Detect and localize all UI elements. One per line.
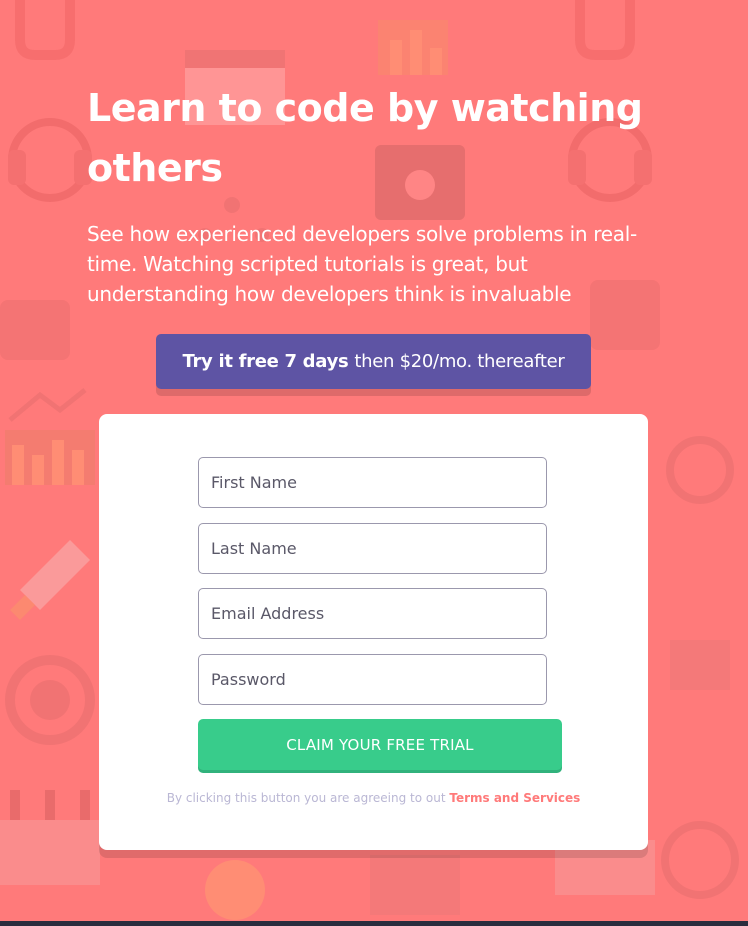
terms-prefix-text: By clicking this button you are agreeing… bbox=[166, 791, 446, 805]
email-input[interactable] bbox=[198, 588, 547, 639]
terms-link[interactable]: Terms and Services bbox=[449, 791, 580, 805]
last-name-input[interactable] bbox=[198, 523, 547, 574]
claim-free-trial-button[interactable]: CLAIM YOUR FREE TRIAL bbox=[198, 719, 562, 770]
signup-form: CLAIM YOUR FREE TRIAL By clicking this b… bbox=[99, 414, 648, 850]
page-content: Learn to code by watching others See how… bbox=[0, 0, 748, 926]
terms-notice: By clicking this button you are agreeing… bbox=[99, 791, 648, 805]
first-name-input[interactable] bbox=[198, 457, 547, 508]
page-title: Learn to code by watching others bbox=[87, 86, 643, 190]
hero-description: See how experienced developers solve pro… bbox=[87, 222, 637, 306]
password-input[interactable] bbox=[198, 654, 547, 705]
free-trial-price: then $20/mo. thereafter bbox=[354, 351, 565, 372]
free-trial-highlight: Try it free 7 days bbox=[182, 351, 349, 372]
free-trial-banner: Try it free 7 days then $20/mo. thereaft… bbox=[156, 334, 591, 389]
